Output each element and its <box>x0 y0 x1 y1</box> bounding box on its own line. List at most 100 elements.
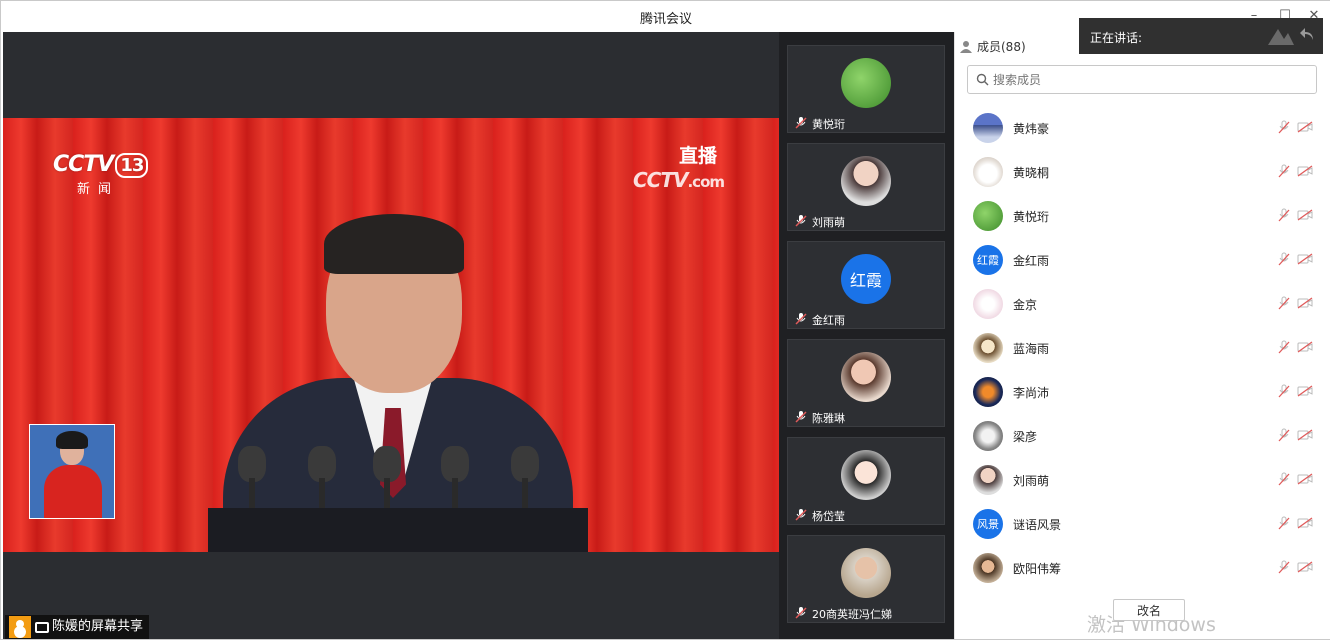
tile-name: 黄悦珩 <box>812 118 845 131</box>
shared-video-frame: CCTV 13 新闻 直播 CCTV.com <box>3 118 779 552</box>
app-logo-icon <box>1268 29 1294 45</box>
video-tile[interactable]: 杨岱莹 <box>787 437 945 525</box>
mic-off-icon <box>795 313 807 325</box>
avatar <box>973 157 1003 187</box>
video-tile[interactable]: 陈雅琳 <box>787 339 945 427</box>
video-tile[interactable]: 20商英班冯仁娣 <box>787 535 945 623</box>
mic-muted-icon[interactable] <box>1277 164 1291 178</box>
member-row[interactable]: 黄炜豪 <box>955 105 1330 149</box>
avatar <box>841 352 891 402</box>
cctv-live-logo: CCTV.com <box>633 168 725 192</box>
member-name: 梁彦 <box>1013 430 1038 444</box>
video-tile[interactable]: 刘雨萌 <box>787 143 945 231</box>
avatar <box>973 289 1003 319</box>
tile-name: 杨岱莹 <box>812 510 845 523</box>
video-tile[interactable]: 红霞 金红雨 <box>787 241 945 329</box>
member-name: 金京 <box>1013 298 1038 312</box>
avatar <box>973 377 1003 407</box>
sign-language-inset <box>29 424 115 519</box>
microphone <box>238 446 266 482</box>
camera-off-icon[interactable] <box>1297 341 1313 353</box>
mic-muted-icon[interactable] <box>1277 428 1291 442</box>
microphone <box>373 446 401 482</box>
live-logo-text: CCTV <box>633 168 688 192</box>
members-header: 成员(88) <box>959 38 1026 55</box>
mic-muted-icon[interactable] <box>1277 120 1291 134</box>
mic-muted-icon[interactable] <box>1277 340 1291 354</box>
camera-off-icon[interactable] <box>1297 121 1313 133</box>
member-name: 黄晓桐 <box>1013 166 1050 180</box>
live-logo-suffix: .com <box>687 173 725 191</box>
camera-off-icon[interactable] <box>1297 385 1313 397</box>
avatar: 风景 <box>973 509 1003 539</box>
speaking-label: 正在讲话: <box>1090 31 1143 45</box>
person-icon <box>960 40 972 53</box>
member-name: 谜语风景 <box>1013 518 1062 532</box>
avatar: 红霞 <box>841 254 891 304</box>
tile-name: 20商英班冯仁娣 <box>812 608 892 621</box>
mic-muted-icon[interactable] <box>1277 252 1291 266</box>
camera-off-icon[interactable] <box>1297 253 1313 265</box>
mic-muted-icon[interactable] <box>1277 560 1291 574</box>
member-row[interactable]: 欧阳伟筹 <box>955 545 1330 589</box>
tile-name: 刘雨萌 <box>812 216 845 229</box>
live-label: 直播 <box>679 145 718 167</box>
microphone <box>308 446 336 482</box>
channel-sub-label: 新闻 <box>77 182 120 197</box>
speaker-figure <box>208 214 588 552</box>
rename-button[interactable]: 改名 <box>1113 599 1185 621</box>
member-row[interactable]: 刘雨萌 <box>955 457 1330 501</box>
mic-off-icon <box>795 411 807 423</box>
screen-share-area: CCTV 13 新闻 直播 CCTV.com 陈媛的屏幕共享 <box>3 32 779 639</box>
member-row[interactable]: 黄悦珩 <box>955 193 1330 237</box>
members-panel: 成员(88) 黄炜豪 黄晓桐 黄悦珩 红霞 金红雨 <box>954 32 1330 639</box>
avatar <box>973 201 1003 231</box>
share-label-text: 陈媛的屏幕共享 <box>52 619 144 634</box>
avatar <box>973 553 1003 583</box>
mic-off-icon <box>795 215 807 227</box>
collapse-arrow-icon[interactable] <box>1299 26 1317 44</box>
member-row[interactable]: 梁彦 <box>955 413 1330 457</box>
mic-muted-icon[interactable] <box>1277 296 1291 310</box>
microphone <box>511 446 539 482</box>
avatar <box>841 450 891 500</box>
cctv-channel-logo: CCTV 13 <box>53 152 149 178</box>
video-tiles-column[interactable]: 黄悦珩 刘雨萌 红霞 金红雨 陈雅琳 杨岱莹 20商英班冯仁娣 <box>779 32 954 639</box>
camera-off-icon[interactable] <box>1297 209 1313 221</box>
mic-muted-icon[interactable] <box>1277 384 1291 398</box>
avatar <box>841 58 891 108</box>
mic-off-icon <box>795 117 807 129</box>
member-row[interactable]: 黄晓桐 <box>955 149 1330 193</box>
member-row[interactable]: 蓝海雨 <box>955 325 1330 369</box>
podium <box>208 508 588 552</box>
mic-off-icon <box>795 607 807 619</box>
member-row[interactable]: 红霞 金红雨 <box>955 237 1330 281</box>
member-row[interactable]: 李尚沛 <box>955 369 1330 413</box>
camera-off-icon[interactable] <box>1297 561 1313 573</box>
mic-muted-icon[interactable] <box>1277 472 1291 486</box>
avatar <box>973 421 1003 451</box>
camera-off-icon[interactable] <box>1297 297 1313 309</box>
camera-off-icon[interactable] <box>1297 429 1313 441</box>
search-icon <box>976 73 989 86</box>
camera-off-icon[interactable] <box>1297 165 1313 177</box>
camera-off-icon[interactable] <box>1297 517 1313 529</box>
tile-name: 金红雨 <box>812 314 845 327</box>
member-name: 刘雨萌 <box>1013 474 1050 488</box>
video-tile[interactable]: 黄悦珩 <box>787 45 945 133</box>
mic-off-icon <box>795 509 807 521</box>
meeting-window: 腾讯会议 – ☐ ✕ CCTV 13 新闻 直播 CCTV.com 陈媛的屏幕共… <box>0 0 1330 640</box>
user-icon <box>9 616 31 638</box>
member-search-box[interactable] <box>967 65 1317 94</box>
avatar <box>841 156 891 206</box>
avatar: 红霞 <box>973 245 1003 275</box>
search-input[interactable] <box>993 72 1293 87</box>
tile-name: 陈雅琳 <box>812 412 845 425</box>
mic-muted-icon[interactable] <box>1277 516 1291 530</box>
member-row[interactable]: 风景 谜语风景 <box>955 501 1330 545</box>
camera-off-icon[interactable] <box>1297 473 1313 485</box>
member-name: 黄悦珩 <box>1013 210 1050 224</box>
member-row[interactable]: 金京 <box>955 281 1330 325</box>
avatar <box>973 113 1003 143</box>
mic-muted-icon[interactable] <box>1277 208 1291 222</box>
